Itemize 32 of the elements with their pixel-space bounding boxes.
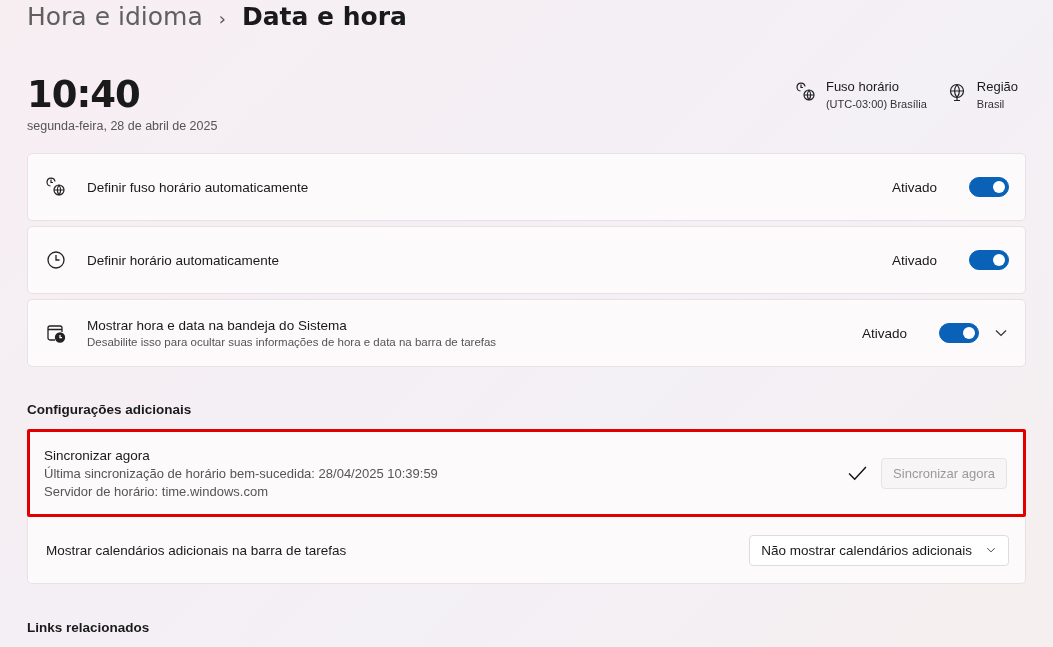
setting-label: Definir fuso horário automaticamente bbox=[87, 179, 310, 195]
chevron-down-icon[interactable] bbox=[995, 329, 1007, 337]
calendar-dropdown[interactable]: Não mostrar calendários adicionais bbox=[749, 534, 1009, 566]
clock-globe-icon bbox=[795, 82, 816, 102]
info-title: Fuso horário bbox=[825, 79, 900, 94]
setting-description: Desabilite isso para ocultar suas informações de hora e data na barra de tarefas bbox=[87, 336, 498, 348]
setting-label: Mostrar hora e data na bandeja do Sistema bbox=[87, 318, 348, 333]
current-time: 10:40 bbox=[27, 73, 141, 117]
sync-info: Servidor de horário: time.windows.com bbox=[44, 483, 269, 499]
toggle-switch[interactable] bbox=[969, 177, 1009, 197]
sync-title: Sincronizar agora bbox=[44, 447, 151, 463]
clock-icon bbox=[46, 250, 66, 270]
page-title: Data e hora bbox=[241, 2, 407, 31]
toggle-switch[interactable] bbox=[969, 250, 1009, 270]
calendar-label: Mostrar calendários adicionais na barra de tarefas bbox=[46, 542, 348, 558]
toggle-status: Ativado bbox=[891, 252, 937, 268]
toggle-switch[interactable] bbox=[939, 323, 979, 343]
clock-globe-icon bbox=[46, 177, 66, 197]
sync-info: Última sincronização de horário bem-sucedida: 28/04/2025 10:39:59 bbox=[44, 465, 439, 481]
breadcrumb-separator: › bbox=[218, 8, 226, 29]
toggle-status: Ativado bbox=[861, 325, 907, 341]
breadcrumb-parent[interactable]: Hora e idioma bbox=[27, 2, 203, 31]
section-heading: Links relacionados bbox=[27, 620, 151, 635]
toggle-status: Ativado bbox=[891, 179, 937, 195]
info-value: Brasil bbox=[976, 98, 1006, 110]
current-date: segunda-feira, 28 de abril de 2025 bbox=[27, 119, 218, 133]
setting-label: Definir horário automaticamente bbox=[87, 252, 281, 268]
info-value: (UTC-03:00) Brasília bbox=[825, 98, 927, 110]
section-heading: Configurações adicionais bbox=[27, 402, 193, 417]
chevron-down-icon bbox=[986, 547, 996, 553]
info-title: Região bbox=[976, 79, 1018, 94]
calendar-clock-icon bbox=[46, 323, 66, 343]
